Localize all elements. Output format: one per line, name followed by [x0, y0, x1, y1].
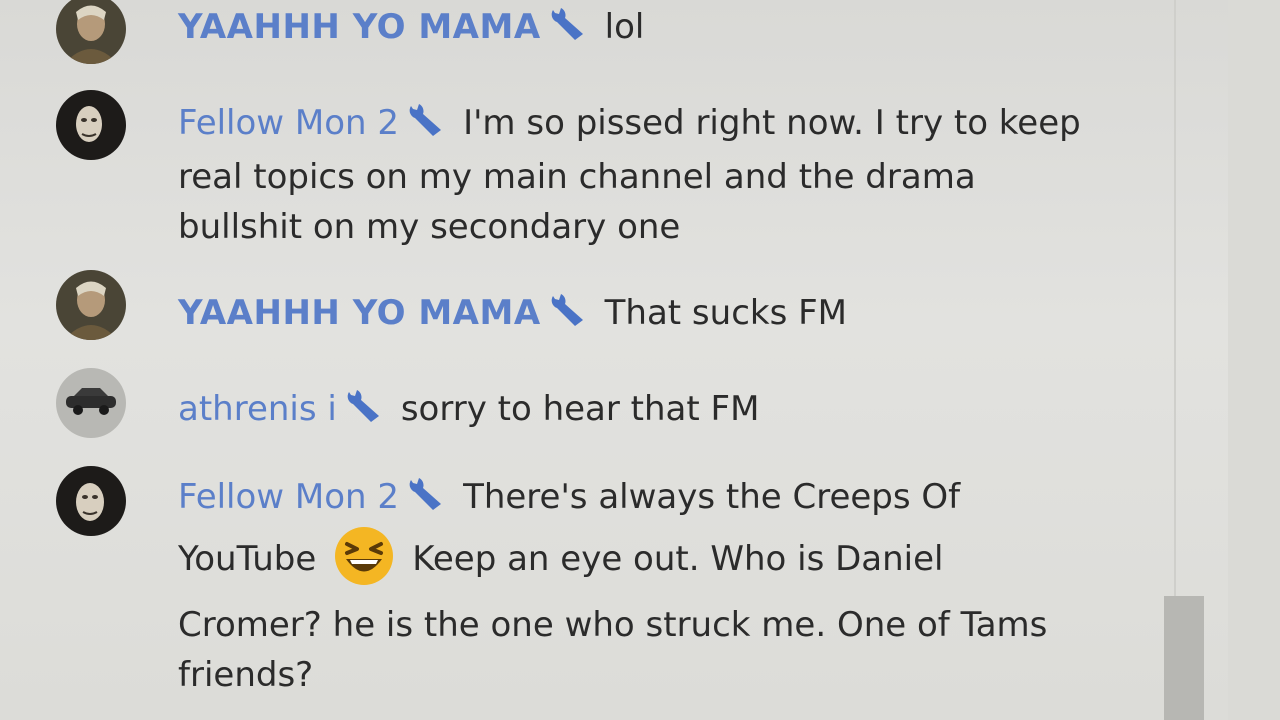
author-name[interactable]: Fellow Mon 2: [178, 103, 399, 143]
live-chat-list: YAAHHH YO MAMA lol Fellow Mon 2 I'm so pis…: [0, 0, 1228, 720]
message-text: That sucks FM: [604, 293, 847, 333]
author-name[interactable]: YAAHHH YO MAMA: [178, 293, 541, 333]
author-name[interactable]: Fellow Mon 2: [178, 477, 399, 517]
author-avatar[interactable]: [56, 0, 126, 64]
author-avatar[interactable]: [56, 466, 126, 536]
wrench-icon: [545, 6, 587, 56]
wrench-icon: [341, 388, 383, 438]
wrench-icon: [545, 292, 587, 342]
wrench-icon: [403, 102, 445, 152]
page-scrollbar[interactable]: [1228, 0, 1280, 720]
scrollbar-thumb[interactable]: [1164, 596, 1204, 720]
author-name[interactable]: YAAHHH YO MAMA: [178, 7, 541, 47]
author-avatar[interactable]: [56, 90, 126, 160]
message-text: lol: [604, 7, 645, 47]
author-avatar[interactable]: [56, 270, 126, 340]
wrench-icon: [403, 476, 445, 526]
laughing-emoji-icon: [332, 526, 396, 600]
author-avatar[interactable]: [56, 368, 126, 438]
author-name[interactable]: athrenis i: [178, 389, 337, 429]
message-text: sorry to hear that FM: [400, 389, 760, 429]
